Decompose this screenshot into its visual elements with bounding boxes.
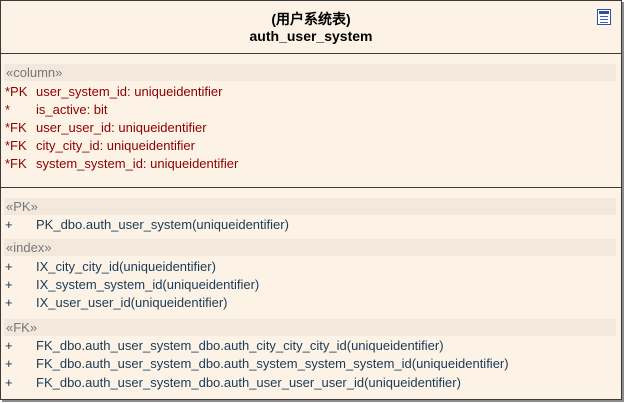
- pk-definition: PK_dbo.auth_user_system(uniqueidentifier…: [36, 217, 289, 232]
- entity-auth-user-system[interactable]: (用户系统表) auth_user_system «column» *PK us…: [0, 0, 622, 400]
- column-definition: city_city_id: uniqueidentifier: [36, 138, 195, 153]
- index-section-label: «index»: [4, 239, 616, 256]
- table-icon: [597, 9, 611, 25]
- column-section-label: «column»: [4, 64, 616, 81]
- visibility-marker: +: [5, 259, 13, 274]
- column-definition: system_system_id: uniqueidentifier: [36, 156, 239, 171]
- entity-chinese-title: (用户系统表): [271, 11, 351, 27]
- entity-header: (用户系统表) auth_user_system: [1, 1, 621, 54]
- column-key-tag: *: [5, 102, 11, 117]
- column-key-tag: *FK: [5, 156, 27, 171]
- column-definition: is_active: bit: [36, 102, 108, 117]
- index-definition: IX_city_city_id(uniqueidentifier): [36, 259, 216, 274]
- fk-definition: FK_dbo.auth_user_system_dbo.auth_user_us…: [36, 375, 461, 390]
- section-divider: [1, 187, 621, 188]
- visibility-marker: +: [5, 375, 13, 390]
- visibility-marker: +: [5, 295, 13, 310]
- column-definition: user_system_id: uniqueidentifier: [36, 84, 223, 99]
- visibility-marker: +: [5, 356, 13, 371]
- fk-definition: FK_dbo.auth_user_system_dbo.auth_system_…: [36, 356, 509, 371]
- entity-table-name: auth_user_system: [249, 28, 373, 44]
- column-key-tag: *FK: [5, 138, 27, 153]
- fk-definition: FK_dbo.auth_user_system_dbo.auth_city_ci…: [36, 338, 444, 353]
- pk-section-label: «PK»: [4, 198, 616, 215]
- column-key-tag: *FK: [5, 120, 27, 135]
- fk-section-label: «FK»: [4, 319, 616, 336]
- index-definition: IX_user_user_id(uniqueidentifier): [36, 295, 228, 310]
- column-key-tag: *PK: [5, 84, 28, 99]
- visibility-marker: +: [5, 277, 13, 292]
- visibility-marker: +: [5, 338, 13, 353]
- column-definition: user_user_id: uniqueidentifier: [36, 120, 207, 135]
- visibility-marker: +: [5, 217, 13, 232]
- index-definition: IX_system_system_id(uniqueidentifier): [36, 277, 260, 292]
